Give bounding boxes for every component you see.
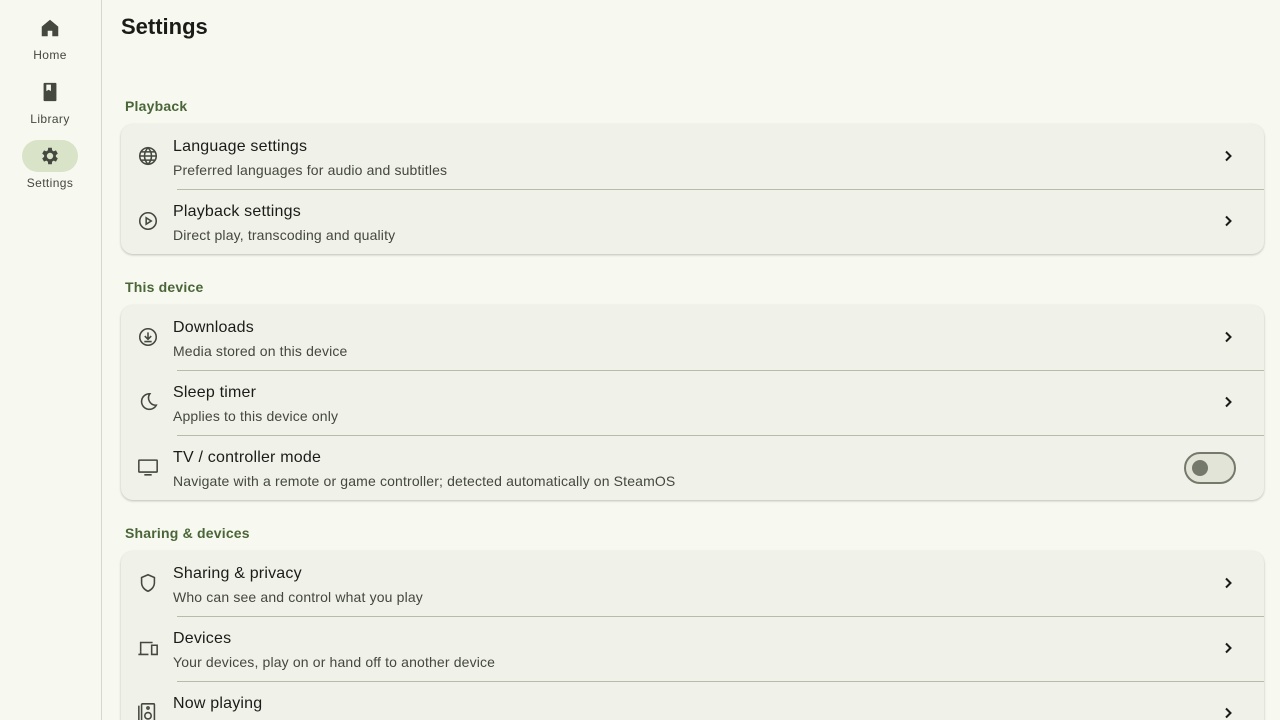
settings-card-playback: Language settings Preferred languages fo… — [121, 124, 1264, 254]
navigation-rail: Home Library Settings — [0, 0, 102, 720]
settings-item-subtitle: Preferred languages for audio and subtit… — [173, 162, 448, 178]
book-icon — [43, 82, 57, 102]
settings-item-title: Language settings — [173, 138, 308, 155]
settings-item-title: Sharing & privacy — [173, 565, 302, 582]
chevron-right-icon — [1225, 150, 1232, 162]
settings-item-subtitle: Your devices, play on or hand off to ano… — [173, 654, 496, 670]
settings-item-language[interactable]: Language settings Preferred languages fo… — [121, 124, 1264, 189]
chevron-right-icon — [1225, 642, 1232, 654]
tv-icon — [138, 459, 158, 476]
home-icon — [41, 19, 59, 37]
toggle-knob — [1192, 460, 1208, 476]
globe-icon — [138, 146, 158, 166]
settings-item-devices[interactable]: Devices Your devices, play on or hand of… — [121, 616, 1264, 681]
settings-item-subtitle: Navigate with a remote or game controlle… — [173, 473, 676, 489]
chevron-right-icon — [1225, 707, 1232, 719]
section-header-sharing: Sharing & devices — [125, 525, 250, 541]
section-header-playback: Playback — [125, 98, 188, 114]
section-header-this-device: This device — [125, 279, 204, 295]
settings-item-title: Now playing — [173, 695, 263, 712]
nav-item-library[interactable]: Library — [0, 76, 100, 136]
settings-item-sleep-timer[interactable]: Sleep timer Applies to this device only — [121, 370, 1264, 435]
settings-item-now-playing[interactable]: Now playing — [121, 681, 1264, 720]
settings-card-sharing: Sharing & privacy Who can see and contro… — [121, 551, 1264, 720]
settings-main: Settings Playback Language settings Pref… — [103, 0, 1280, 720]
shield-icon — [140, 573, 156, 593]
nav-item-label: Home — [33, 48, 67, 62]
nav-item-home[interactable]: Home — [0, 12, 100, 72]
speaker-icon — [138, 703, 156, 720]
settings-item-subtitle: Media stored on this device — [173, 343, 348, 359]
nav-item-label: Settings — [26, 176, 74, 190]
settings-item-sharing-privacy[interactable]: Sharing & privacy Who can see and contro… — [121, 551, 1264, 616]
settings-item-downloads[interactable]: Downloads Media stored on this device — [121, 305, 1264, 370]
play-circle-icon — [138, 211, 158, 231]
chevron-right-icon — [1225, 215, 1232, 227]
settings-item-title: Devices — [173, 630, 232, 647]
nav-item-settings[interactable]: Settings — [0, 140, 100, 200]
page-title: Settings — [121, 14, 208, 39]
settings-item-title: TV / controller mode — [173, 449, 322, 466]
chevron-right-icon — [1225, 331, 1232, 343]
settings-card-this-device: Downloads Media stored on this device Sl… — [121, 305, 1264, 500]
nav-item-label: Library — [30, 112, 70, 126]
settings-item-subtitle: Applies to this device only — [173, 408, 339, 424]
devices-icon — [138, 641, 158, 656]
settings-item-title: Playback settings — [173, 203, 301, 220]
settings-item-title: Downloads — [173, 319, 254, 336]
tv-mode-toggle[interactable] — [1184, 452, 1236, 484]
settings-item-title: Sleep timer — [173, 384, 257, 401]
chevron-right-icon — [1225, 396, 1232, 408]
moon-icon — [140, 392, 158, 411]
download-icon — [138, 327, 158, 347]
settings-item-subtitle: Who can see and control what you play — [173, 589, 423, 605]
gear-icon — [42, 147, 58, 165]
settings-item-subtitle: Direct play, transcoding and quality — [173, 227, 396, 243]
settings-item-tv-mode[interactable]: TV / controller mode Navigate with a rem… — [121, 435, 1264, 500]
chevron-right-icon — [1225, 577, 1232, 589]
settings-item-playback[interactable]: Playback settings Direct play, transcodi… — [121, 189, 1264, 254]
